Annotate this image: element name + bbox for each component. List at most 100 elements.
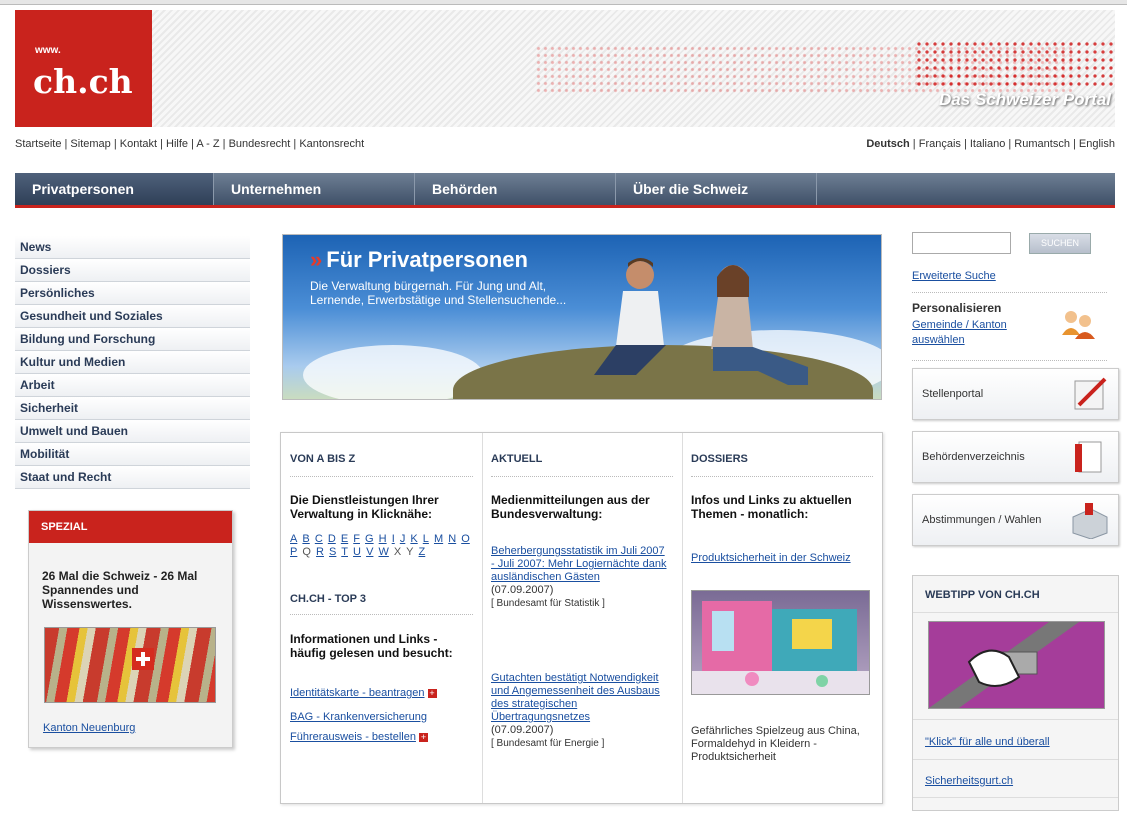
flags-image[interactable] xyxy=(44,627,216,703)
language-switcher: Deutsch | Français | Italiano | Rumantsc… xyxy=(866,138,1115,150)
alphabet-letter-w[interactable]: W xyxy=(378,546,388,558)
toys-image[interactable] xyxy=(691,590,870,695)
sidebar-item-dossiers[interactable]: Dossiers xyxy=(15,259,250,282)
spezial-box: SPEZIAL 26 Mal die Schweiz - 26 Mal Span… xyxy=(28,510,233,748)
alphabet-letter-i[interactable]: I xyxy=(392,533,395,545)
advanced-search-link[interactable]: Erweiterte Suche xyxy=(912,270,996,282)
tab-unternehmen[interactable]: Unternehmen xyxy=(214,173,415,205)
hero-banner[interactable]: » Für Privatpersonen Die Verwaltung bürge… xyxy=(282,234,882,400)
az-heading: VON A BIS Z xyxy=(290,453,356,465)
toys-illustration xyxy=(692,601,869,694)
alphabet-letter-j[interactable]: J xyxy=(400,533,406,545)
sidebar-item-arbeit[interactable]: Arbeit xyxy=(15,374,250,397)
top3-link[interactable]: Führerausweis - bestellen xyxy=(290,731,416,743)
news-date: (07.09.2007) xyxy=(491,724,554,736)
sidebar-item-news[interactable]: News xyxy=(15,236,250,259)
utility-links[interactable]: Startseite | Sitemap | Kontakt | Hilfe |… xyxy=(15,138,364,150)
sidebar-item-bildung[interactable]: Bildung und Forschung xyxy=(15,328,250,351)
young-man-figure xyxy=(594,258,666,375)
lang-active[interactable]: Deutsch xyxy=(866,138,909,150)
sidebar-item-gesundheit[interactable]: Gesundheit und Soziales xyxy=(15,305,250,328)
alphabet-letter-p[interactable]: P xyxy=(290,546,297,558)
alphabet-letter-s[interactable]: S xyxy=(329,546,336,558)
alphabet-letter-t[interactable]: T xyxy=(341,546,348,558)
webtipp-link[interactable]: Sicherheitsgurt.ch xyxy=(925,775,1013,787)
utility-nav: Startseite | Sitemap | Kontakt | Hilfe |… xyxy=(15,138,1115,150)
spezial-text: 26 Mal die Schweiz - 26 Mal Spannendes u… xyxy=(42,569,198,611)
news-link[interactable]: Beherbergungsstatistik im Juli 2007 - Ju… xyxy=(491,545,667,583)
webtipp-link[interactable]: "Klick" für alle und überall xyxy=(925,736,1050,748)
search-input[interactable] xyxy=(912,232,1011,254)
pen-paper-icon xyxy=(1074,377,1107,410)
top3-link[interactable]: BAG - Krankenversicherung xyxy=(290,711,427,723)
dossiers-link-item: Produktsicherheit in der Schweiz xyxy=(691,552,871,565)
behoerdenverzeichnis-label: Behördenverzeichnis xyxy=(922,451,1025,463)
pixel-cross-pattern xyxy=(915,40,1115,90)
alphabet-letter-d[interactable]: D xyxy=(328,533,336,545)
seatbelt-illustration xyxy=(929,622,1079,708)
young-woman-figure xyxy=(711,265,808,385)
hero-subtitle: Die Verwaltung bürgernah. Für Jung und A… xyxy=(310,279,567,307)
alphabet-letter-l[interactable]: L xyxy=(423,533,429,545)
sidebar-item-sicherheit[interactable]: Sicherheit xyxy=(15,397,250,420)
alphabet-letter-h[interactable]: H xyxy=(379,533,387,545)
stellenportal-label: Stellenportal xyxy=(922,388,984,400)
alphabet-letter-a[interactable]: A xyxy=(290,533,297,545)
dossiers-intro: Infos und Links zu aktuellen Themen - mo… xyxy=(691,493,852,521)
alphabet-letter-z[interactable]: Z xyxy=(419,546,426,558)
divider xyxy=(913,719,1118,720)
sidebar-item-staat[interactable]: Staat und Recht xyxy=(15,466,250,489)
alphabet-letter-o[interactable]: O xyxy=(461,533,470,545)
sidebar-item-persoenliches[interactable]: Persönliches xyxy=(15,282,250,305)
seatbelt-image[interactable] xyxy=(928,621,1105,709)
alphabet-letter-n[interactable]: N xyxy=(448,533,456,545)
aktuell-heading: AKTUELL xyxy=(491,453,543,465)
alphabet-letter-f[interactable]: F xyxy=(353,533,360,545)
alphabet-letter-b[interactable]: B xyxy=(302,533,309,545)
directory-book-icon xyxy=(1075,441,1102,473)
sidebar-nav: News Dossiers Persönliches Gesundheit un… xyxy=(15,236,250,489)
site-banner: www. ch.ch Das Schweizer Portal xyxy=(15,10,1115,127)
plus-icon[interactable]: + xyxy=(427,688,437,698)
abstimmungen-box[interactable]: Abstimmungen / Wahlen xyxy=(912,494,1119,546)
sidebar-item-kultur[interactable]: Kultur und Medien xyxy=(15,351,250,374)
search-button[interactable]: SUCHEN xyxy=(1029,233,1091,254)
alphabet-letter-v[interactable]: V xyxy=(366,546,373,558)
news-item: Beherbergungsstatistik im Juli 2007 - Ju… xyxy=(491,545,671,610)
divider xyxy=(912,360,1107,361)
news-link[interactable]: Gutachten bestätigt Notwendigkeit und An… xyxy=(491,672,660,723)
content-columns: VON A BIS Z Die Dienstleistungen Ihrer V… xyxy=(280,432,883,804)
stellenportal-box[interactable]: Stellenportal xyxy=(912,368,1119,420)
tab-behoerden[interactable]: Behörden xyxy=(415,173,616,205)
alphabet-letter-c[interactable]: C xyxy=(315,533,323,545)
divider xyxy=(491,476,673,477)
top3-link[interactable]: Identitätskarte - beantragen xyxy=(290,687,425,699)
hero-title-text: Für Privatpersonen xyxy=(326,247,528,272)
column-az: VON A BIS Z Die Dienstleistungen Ihrer V… xyxy=(281,433,483,803)
alphabet-letter-m[interactable]: M xyxy=(434,533,443,545)
alphabet-letter-y: Y xyxy=(406,546,414,558)
personalize-link[interactable]: Gemeinde / Kanton auswählen xyxy=(912,318,1027,348)
users-icon[interactable] xyxy=(1059,307,1097,341)
divider xyxy=(913,612,1118,613)
alphabet-letter-u[interactable]: U xyxy=(353,546,361,558)
alphabet-letter-k[interactable]: K xyxy=(410,533,417,545)
sidebar-item-umwelt[interactable]: Umwelt und Bauen xyxy=(15,420,250,443)
alphabet-letter-r[interactable]: R xyxy=(316,546,324,558)
top3-intro: Informationen und Links - häufig gelesen… xyxy=(290,632,453,660)
aktuell-intro: Medienmitteilungen aus der Bundesverwalt… xyxy=(491,493,650,521)
plus-icon[interactable]: + xyxy=(418,732,428,742)
swiss-cross-icon xyxy=(132,648,154,670)
sidebar-item-mobilitaet[interactable]: Mobilität xyxy=(15,443,250,466)
tab-privatpersonen[interactable]: Privatpersonen xyxy=(15,173,214,205)
alphabet-letter-g[interactable]: G xyxy=(365,533,374,545)
column-dossiers: DOSSIERS Infos und Links zu aktuellen Th… xyxy=(682,433,882,803)
site-logo[interactable]: www. ch.ch xyxy=(15,10,152,127)
dossiers-link[interactable]: Produktsicherheit in der Schweiz xyxy=(691,552,851,564)
divider xyxy=(290,476,473,477)
behoerdenverzeichnis-box[interactable]: Behördenverzeichnis xyxy=(912,431,1119,483)
lang-others[interactable]: | Français | Italiano | Rumantsch | Engl… xyxy=(910,138,1115,150)
tab-ueber-die-schweiz[interactable]: Über die Schweiz xyxy=(616,173,817,205)
spezial-link[interactable]: Kanton Neuenburg xyxy=(43,722,135,734)
alphabet-letter-e[interactable]: E xyxy=(341,533,348,545)
